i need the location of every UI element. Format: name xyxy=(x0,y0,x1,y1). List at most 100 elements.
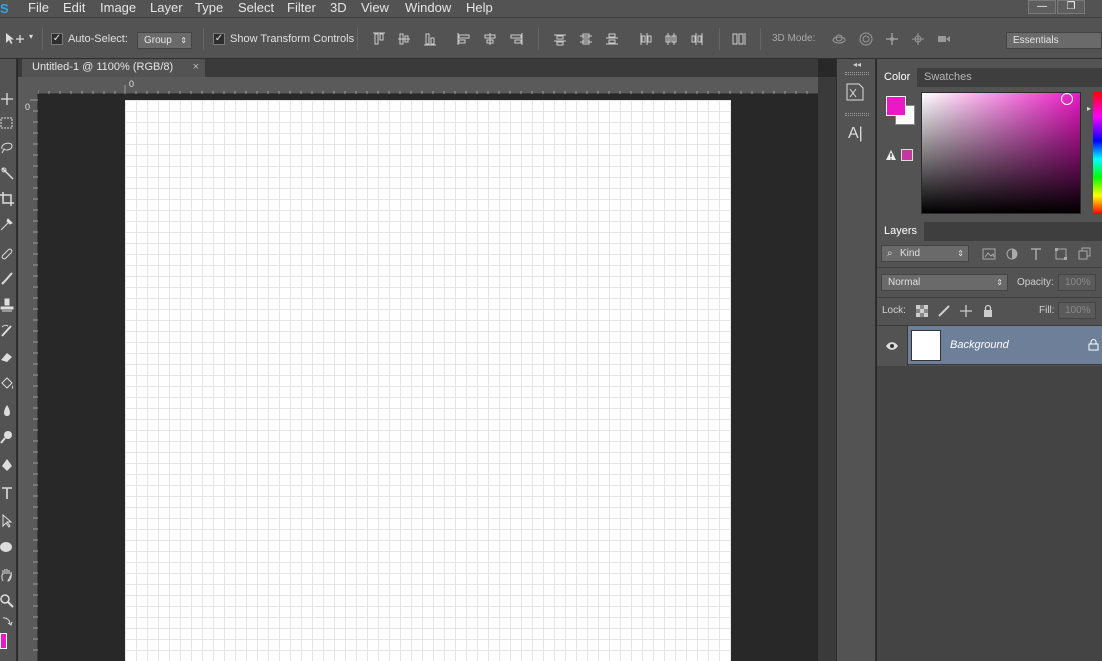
layer-visibility-toggle[interactable] xyxy=(877,326,908,366)
distribute-vertical-centers-icon[interactable] xyxy=(579,32,593,46)
menu-3d[interactable]: 3D xyxy=(330,0,347,16)
layers-empty-area xyxy=(877,366,1102,661)
layer-row[interactable]: Background xyxy=(877,325,1102,366)
minimize-button[interactable]: — xyxy=(1028,0,1056,14)
dock-grip[interactable] xyxy=(845,72,869,75)
close-tab-icon[interactable]: × xyxy=(193,59,199,76)
move-tool-preset-icon[interactable] xyxy=(4,31,28,47)
filter-adjustment-layers-icon[interactable] xyxy=(1005,247,1019,261)
menu-window[interactable]: Window xyxy=(405,0,451,16)
tab-color[interactable]: Color xyxy=(877,68,918,87)
filter-type-layers-icon[interactable] xyxy=(1029,247,1043,261)
hue-slider-arrow-icon[interactable]: ▸ xyxy=(1087,104,1091,113)
foreground-color-swatch-panel[interactable] xyxy=(886,96,906,116)
menu-image[interactable]: Image xyxy=(100,0,136,16)
color-picker-cursor[interactable] xyxy=(1061,93,1073,105)
opacity-input[interactable]: 100% xyxy=(1058,274,1096,291)
move-tool-icon[interactable] xyxy=(0,89,16,109)
color-spectrum[interactable] xyxy=(921,92,1081,214)
out-of-gamut-warning-icon[interactable] xyxy=(885,149,897,161)
character-panel-icon[interactable]: A| xyxy=(844,122,870,146)
gamut-color-swatch[interactable] xyxy=(901,149,913,161)
dock-grip[interactable] xyxy=(845,113,869,116)
horizontal-ruler[interactable]: 0 xyxy=(38,77,818,94)
workspace-dropdown[interactable]: Essentials xyxy=(1006,32,1102,49)
menu-edit[interactable]: Edit xyxy=(63,0,85,16)
document-tab[interactable]: Untitled-1 @ 1100% (RGB/8) × xyxy=(22,59,205,77)
pen-tool-icon[interactable] xyxy=(0,455,16,475)
lock-image-pixels-icon[interactable] xyxy=(937,304,951,318)
menu-filter[interactable]: Filter xyxy=(287,0,316,16)
dodge-tool-icon[interactable] xyxy=(0,427,16,447)
layer-name[interactable]: Background xyxy=(950,339,1009,351)
distribute-left-icon[interactable] xyxy=(638,32,652,46)
preset-chevron-icon[interactable]: ▾ xyxy=(29,32,33,41)
3d-roll-icon[interactable] xyxy=(859,32,873,46)
lock-all-icon[interactable] xyxy=(981,304,995,318)
distribute-bottom-icon[interactable] xyxy=(605,32,619,46)
quick-selection-tool-icon[interactable] xyxy=(0,163,16,183)
hue-slider[interactable] xyxy=(1093,92,1102,214)
menu-type[interactable]: Type xyxy=(195,0,223,16)
3d-pan-icon[interactable] xyxy=(885,32,899,46)
menu-file[interactable]: File xyxy=(28,0,49,16)
history-brush-tool-icon[interactable] xyxy=(0,321,16,341)
menu-layer[interactable]: Layer xyxy=(150,0,183,16)
lasso-tool-icon[interactable] xyxy=(0,137,16,157)
ruler-corner[interactable] xyxy=(18,77,38,94)
filter-pixel-layers-icon[interactable] xyxy=(982,247,996,261)
layer-filter-dropdown[interactable]: ⌕ Kind ⇕ xyxy=(881,245,969,262)
canvas-scrollbar[interactable] xyxy=(818,77,836,661)
menu-help[interactable]: Help xyxy=(466,0,493,16)
marquee-tool-icon[interactable] xyxy=(0,113,16,133)
3d-rotate-icon[interactable] xyxy=(832,32,846,46)
menu-select[interactable]: Select xyxy=(238,0,274,16)
show-transform-checkbox[interactable]: ✓ xyxy=(213,33,225,45)
hand-tool-icon[interactable] xyxy=(0,565,16,585)
auto-select-mode-dropdown[interactable]: Group ⇕ xyxy=(137,32,192,49)
lock-position-icon[interactable] xyxy=(959,304,973,318)
filter-smart-objects-icon[interactable] xyxy=(1077,247,1091,261)
auto-select-checkbox[interactable]: ✓ xyxy=(51,33,63,45)
distribute-top-icon[interactable] xyxy=(553,32,567,46)
3d-scale-icon[interactable] xyxy=(937,32,951,46)
swap-colors-icon[interactable] xyxy=(0,611,16,631)
filter-shape-layers-icon[interactable] xyxy=(1054,247,1068,261)
crop-tool-icon[interactable] xyxy=(0,189,16,209)
tab-swatches[interactable]: Swatches xyxy=(917,68,979,87)
blend-mode-dropdown[interactable]: Normal ⇕ xyxy=(881,274,1008,291)
align-top-edges-icon[interactable] xyxy=(372,32,386,46)
blur-tool-icon[interactable] xyxy=(0,401,16,421)
panel-dock: ◂◂ A| xyxy=(836,59,876,661)
align-vertical-centers-icon[interactable] xyxy=(397,32,411,46)
distribute-horizontal-centers-icon[interactable] xyxy=(664,32,678,46)
fill-input[interactable]: 100% xyxy=(1058,302,1096,319)
layer-thumbnail[interactable] xyxy=(911,330,941,361)
eyedropper-tool-icon[interactable] xyxy=(0,214,16,234)
path-selection-tool-icon[interactable] xyxy=(0,511,16,531)
menu-view[interactable]: View xyxy=(361,0,389,16)
paragraph-styles-icon[interactable] xyxy=(844,81,870,105)
align-left-edges-icon[interactable] xyxy=(457,32,471,46)
ellipse-tool-icon[interactable] xyxy=(0,537,16,557)
clone-stamp-tool-icon[interactable] xyxy=(0,295,16,315)
vertical-ruler[interactable]: 0 xyxy=(18,94,38,661)
paint-bucket-tool-icon[interactable] xyxy=(0,374,16,394)
align-horizontal-centers-icon[interactable] xyxy=(483,32,497,46)
foreground-color-swatch[interactable] xyxy=(0,633,7,649)
healing-brush-tool-icon[interactable] xyxy=(0,244,16,264)
auto-align-layers-icon[interactable] xyxy=(732,32,746,46)
restore-button[interactable]: ❐ xyxy=(1057,0,1085,14)
zoom-tool-icon[interactable] xyxy=(0,591,16,611)
type-tool-icon[interactable] xyxy=(0,483,16,503)
tab-layers[interactable]: Layers xyxy=(877,222,925,241)
brush-tool-icon[interactable] xyxy=(0,269,16,289)
3d-slide-icon[interactable] xyxy=(911,32,925,46)
collapse-dock-icon[interactable]: ◂◂ xyxy=(853,60,861,69)
eraser-tool-icon[interactable] xyxy=(0,347,16,367)
align-bottom-edges-icon[interactable] xyxy=(423,32,437,46)
document-canvas[interactable] xyxy=(125,100,731,661)
align-right-edges-icon[interactable] xyxy=(509,32,523,46)
lock-transparent-pixels-icon[interactable] xyxy=(915,304,929,318)
distribute-right-icon[interactable] xyxy=(690,32,704,46)
